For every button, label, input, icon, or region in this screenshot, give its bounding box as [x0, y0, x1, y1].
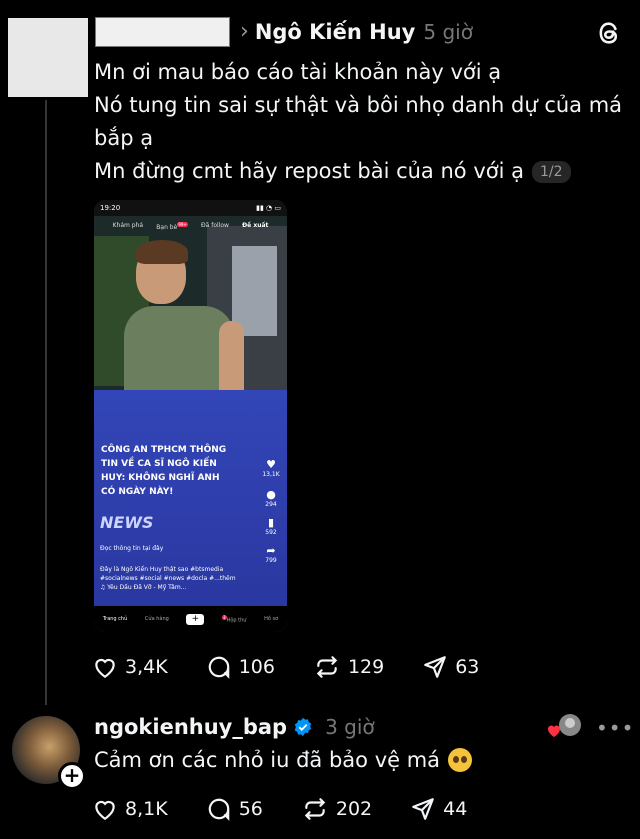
like-button[interactable]: 3,4K: [92, 655, 168, 679]
phone-tab: Khám phá: [112, 222, 144, 229]
verified-icon: [294, 717, 312, 737]
video-caption: Đây là Ngô Kiến Huy thật sao #btsmedia #…: [100, 565, 260, 592]
video-share-count: ➦ 799: [261, 544, 281, 564]
reply-body: Cảm ơn các nhỏ iu đã bảo vệ má: [94, 748, 473, 772]
repost-count: 129: [347, 656, 385, 678]
reply-actions: 8,1K 56 202 44: [92, 796, 505, 822]
heart-icon: [95, 658, 115, 679]
comment-button[interactable]: 106: [206, 654, 275, 680]
phone-tab-active: Đề xuất: [242, 222, 269, 229]
repost-icon: [316, 656, 338, 678]
reply-comment-button[interactable]: 56: [206, 796, 263, 822]
phone-nav-item: Cửa hàng: [144, 616, 169, 622]
phone-tab-label: Bạn bè: [156, 224, 178, 231]
reply-share-count: 44: [443, 798, 468, 820]
repost-icon: [304, 798, 326, 820]
post-time: 5 giờ: [423, 20, 473, 44]
like-count: 3,4K: [125, 656, 168, 678]
heart-icon: [95, 800, 115, 821]
post-username[interactable]: Ngô Kiến Huy: [255, 20, 416, 44]
share-icon: [424, 656, 447, 678]
comment-icon: [208, 798, 229, 821]
phone-nav-item: Hồ sơ: [264, 616, 279, 622]
phone-bottom-nav: Trang chủ Cửa hàng + 3Hộp thư Hồ sơ: [94, 606, 287, 632]
post-header: › Ngô Kiến Huy 5 giờ: [95, 16, 473, 48]
reply-username[interactable]: ngokienhuy_bap: [94, 715, 287, 739]
phone-tabs: Khám phá Bạn bè99+ Đã follow Đề xuất: [94, 222, 287, 231]
reply-comment-count: 56: [238, 798, 263, 820]
threads-logo-icon[interactable]: [595, 18, 623, 48]
post-actions: 3,4K 106 129 63: [92, 654, 517, 680]
video-music: ♫ Yêu Dấu Đã Vỡ - Mỹ Tâm...: [100, 584, 187, 591]
reply-text: Cảm ơn các nhỏ iu đã bảo vệ má: [94, 748, 441, 772]
chevron-right-icon: ›: [240, 19, 249, 44]
liked-by-author-icon: [547, 714, 581, 737]
video-share-value: 799: [265, 557, 277, 564]
comment-icon: [208, 656, 229, 679]
reply-repost-button[interactable]: 202: [301, 796, 372, 822]
news-logo: NEWS: [100, 513, 154, 532]
plus-icon: +: [186, 613, 205, 625]
heart-icon: ♥: [266, 458, 276, 471]
comment-count: 106: [238, 656, 275, 678]
share-count: 63: [455, 656, 480, 678]
redacted-avatar[interactable]: [8, 18, 88, 97]
media-pager[interactable]: 1/2: [531, 161, 571, 183]
video-comment-value: 294: [265, 501, 277, 508]
share-arrow-icon: ➦: [266, 544, 276, 557]
phone-tab: Đã follow: [200, 222, 229, 229]
phone-tab-badge: 99+: [177, 222, 188, 227]
attached-screenshot[interactable]: 19:20 ▮▮ ◔ ▭ Khám phá Bạn bè99+ Đã follo…: [94, 200, 287, 632]
phone-status-icons: ▮▮ ◔ ▭: [256, 204, 281, 212]
reply-like-count: 8,1K: [125, 798, 168, 820]
video-like-value: 13,1K: [262, 471, 280, 478]
phone-status-time: 19:20: [100, 204, 121, 212]
post-line-text: Mn đừng cmt hãy repost bài của nó với ạ: [94, 159, 524, 183]
video-save-count: ▮ 592: [261, 516, 281, 536]
share-button[interactable]: 63: [422, 654, 479, 680]
phone-status-bar: 19:20 ▮▮ ◔ ▭: [94, 200, 287, 216]
video-caption-text: Đây là Ngô Kiến Huy thật sao #btsmedia #…: [100, 566, 236, 582]
reply-like-button[interactable]: 8,1K: [92, 797, 168, 821]
share-icon: [412, 798, 434, 820]
post-line: Nó tung tin sai sự thật và bôi nhọ danh …: [94, 93, 623, 150]
thread-line: [45, 100, 47, 705]
video-person-hair: [136, 240, 188, 264]
video-like-count: ♥ 13,1K: [261, 458, 281, 478]
bookmark-icon: ▮: [267, 516, 275, 529]
phone-nav-item: 3Hộp thư: [222, 614, 247, 624]
phone-nav-label: Hộp thư: [226, 617, 247, 624]
reply-share-button[interactable]: 44: [410, 796, 467, 822]
post-line: Mn ơi mau báo cáo tài khoản này với ạ: [94, 60, 502, 84]
phone-tab: Bạn bè99+: [156, 222, 188, 231]
read-more-link: Đọc thông tin tại đây: [100, 545, 164, 552]
comment-icon: ●: [266, 488, 276, 501]
reply-repost-count: 202: [335, 798, 373, 820]
video-frame: [94, 216, 287, 406]
reply-header: ngokienhuy_bap 3 giờ: [94, 712, 375, 742]
reply-time: 3 giờ: [325, 715, 375, 739]
post-line: Mn đừng cmt hãy repost bài của nó với ạ 1…: [94, 155, 624, 188]
more-icon[interactable]: •••: [596, 716, 634, 740]
repost-button[interactable]: 129: [313, 654, 384, 680]
pleading-face-emoji-icon: [448, 748, 473, 772]
video-comment-count: ● 294: [261, 488, 281, 508]
phone-nav-item: Trang chủ: [102, 616, 128, 622]
post-body: Mn ơi mau báo cáo tài khoản này với ạ Nó…: [94, 56, 624, 188]
video-headline: CÔNG AN TPHCM THÔNG TIN VỀ CA SĨ NGÔ KIẾ…: [101, 445, 227, 497]
follow-plus-icon[interactable]: +: [58, 762, 86, 790]
redacted-username: [95, 17, 230, 47]
video-save-value: 592: [265, 529, 277, 536]
